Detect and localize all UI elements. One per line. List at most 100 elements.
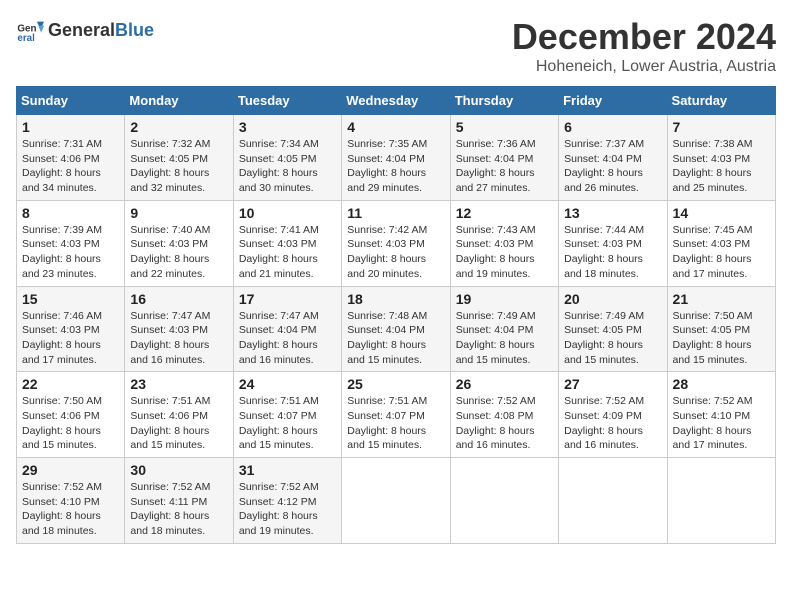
day-info: Sunrise: 7:52 AM Sunset: 4:08 PM Dayligh… xyxy=(456,395,536,451)
day-number: 28 xyxy=(673,376,770,392)
day-cell: 24 Sunrise: 7:51 AM Sunset: 4:07 PM Dayl… xyxy=(233,372,341,458)
day-number: 1 xyxy=(22,119,119,135)
day-cell xyxy=(450,458,558,544)
day-number: 7 xyxy=(673,119,770,135)
svg-text:eral: eral xyxy=(17,33,35,44)
day-number: 12 xyxy=(456,205,553,221)
day-info: Sunrise: 7:48 AM Sunset: 4:04 PM Dayligh… xyxy=(347,310,427,366)
day-info: Sunrise: 7:52 AM Sunset: 4:10 PM Dayligh… xyxy=(673,395,753,451)
day-number: 23 xyxy=(130,376,227,392)
day-number: 2 xyxy=(130,119,227,135)
day-info: Sunrise: 7:44 AM Sunset: 4:03 PM Dayligh… xyxy=(564,224,644,280)
day-number: 5 xyxy=(456,119,553,135)
day-cell: 26 Sunrise: 7:52 AM Sunset: 4:08 PM Dayl… xyxy=(450,372,558,458)
day-cell: 17 Sunrise: 7:47 AM Sunset: 4:04 PM Dayl… xyxy=(233,286,341,372)
day-cell: 23 Sunrise: 7:51 AM Sunset: 4:06 PM Dayl… xyxy=(125,372,233,458)
week-row-1: 1 Sunrise: 7:31 AM Sunset: 4:06 PM Dayli… xyxy=(17,115,776,201)
col-header-saturday: Saturday xyxy=(667,87,775,115)
day-cell: 31 Sunrise: 7:52 AM Sunset: 4:12 PM Dayl… xyxy=(233,458,341,544)
day-cell: 30 Sunrise: 7:52 AM Sunset: 4:11 PM Dayl… xyxy=(125,458,233,544)
day-info: Sunrise: 7:50 AM Sunset: 4:06 PM Dayligh… xyxy=(22,395,102,451)
day-cell: 28 Sunrise: 7:52 AM Sunset: 4:10 PM Dayl… xyxy=(667,372,775,458)
col-header-sunday: Sunday xyxy=(17,87,125,115)
day-number: 10 xyxy=(239,205,336,221)
day-cell: 2 Sunrise: 7:32 AM Sunset: 4:05 PM Dayli… xyxy=(125,115,233,201)
day-number: 30 xyxy=(130,462,227,478)
day-cell: 14 Sunrise: 7:45 AM Sunset: 4:03 PM Dayl… xyxy=(667,200,775,286)
day-info: Sunrise: 7:38 AM Sunset: 4:03 PM Dayligh… xyxy=(673,138,753,194)
day-cell: 19 Sunrise: 7:49 AM Sunset: 4:04 PM Dayl… xyxy=(450,286,558,372)
col-header-tuesday: Tuesday xyxy=(233,87,341,115)
day-number: 11 xyxy=(347,205,444,221)
day-cell: 16 Sunrise: 7:47 AM Sunset: 4:03 PM Dayl… xyxy=(125,286,233,372)
day-info: Sunrise: 7:35 AM Sunset: 4:04 PM Dayligh… xyxy=(347,138,427,194)
day-info: Sunrise: 7:39 AM Sunset: 4:03 PM Dayligh… xyxy=(22,224,102,280)
day-number: 20 xyxy=(564,291,661,307)
logo-icon: Gen eral xyxy=(16,16,44,44)
day-number: 31 xyxy=(239,462,336,478)
day-number: 6 xyxy=(564,119,661,135)
day-info: Sunrise: 7:52 AM Sunset: 4:09 PM Dayligh… xyxy=(564,395,644,451)
day-number: 3 xyxy=(239,119,336,135)
day-info: Sunrise: 7:52 AM Sunset: 4:12 PM Dayligh… xyxy=(239,481,319,537)
day-info: Sunrise: 7:52 AM Sunset: 4:11 PM Dayligh… xyxy=(130,481,210,537)
week-row-2: 8 Sunrise: 7:39 AM Sunset: 4:03 PM Dayli… xyxy=(17,200,776,286)
day-cell: 20 Sunrise: 7:49 AM Sunset: 4:05 PM Dayl… xyxy=(559,286,667,372)
day-number: 15 xyxy=(22,291,119,307)
day-info: Sunrise: 7:43 AM Sunset: 4:03 PM Dayligh… xyxy=(456,224,536,280)
calendar-title: December 2024 xyxy=(512,16,776,58)
day-number: 21 xyxy=(673,291,770,307)
day-cell: 6 Sunrise: 7:37 AM Sunset: 4:04 PM Dayli… xyxy=(559,115,667,201)
logo: Gen eral GeneralBlue xyxy=(16,16,154,44)
day-info: Sunrise: 7:47 AM Sunset: 4:04 PM Dayligh… xyxy=(239,310,319,366)
day-number: 14 xyxy=(673,205,770,221)
day-number: 24 xyxy=(239,376,336,392)
day-number: 18 xyxy=(347,291,444,307)
day-info: Sunrise: 7:32 AM Sunset: 4:05 PM Dayligh… xyxy=(130,138,210,194)
day-info: Sunrise: 7:37 AM Sunset: 4:04 PM Dayligh… xyxy=(564,138,644,194)
day-cell: 7 Sunrise: 7:38 AM Sunset: 4:03 PM Dayli… xyxy=(667,115,775,201)
day-cell: 21 Sunrise: 7:50 AM Sunset: 4:05 PM Dayl… xyxy=(667,286,775,372)
day-cell: 12 Sunrise: 7:43 AM Sunset: 4:03 PM Dayl… xyxy=(450,200,558,286)
day-cell: 10 Sunrise: 7:41 AM Sunset: 4:03 PM Dayl… xyxy=(233,200,341,286)
day-cell: 22 Sunrise: 7:50 AM Sunset: 4:06 PM Dayl… xyxy=(17,372,125,458)
day-info: Sunrise: 7:49 AM Sunset: 4:05 PM Dayligh… xyxy=(564,310,644,366)
week-row-5: 29 Sunrise: 7:52 AM Sunset: 4:10 PM Dayl… xyxy=(17,458,776,544)
day-info: Sunrise: 7:51 AM Sunset: 4:07 PM Dayligh… xyxy=(239,395,319,451)
day-number: 8 xyxy=(22,205,119,221)
col-header-monday: Monday xyxy=(125,87,233,115)
day-number: 27 xyxy=(564,376,661,392)
week-row-3: 15 Sunrise: 7:46 AM Sunset: 4:03 PM Dayl… xyxy=(17,286,776,372)
day-cell: 29 Sunrise: 7:52 AM Sunset: 4:10 PM Dayl… xyxy=(17,458,125,544)
week-row-4: 22 Sunrise: 7:50 AM Sunset: 4:06 PM Dayl… xyxy=(17,372,776,458)
day-number: 13 xyxy=(564,205,661,221)
day-cell: 15 Sunrise: 7:46 AM Sunset: 4:03 PM Dayl… xyxy=(17,286,125,372)
col-header-wednesday: Wednesday xyxy=(342,87,450,115)
day-cell: 27 Sunrise: 7:52 AM Sunset: 4:09 PM Dayl… xyxy=(559,372,667,458)
day-number: 19 xyxy=(456,291,553,307)
day-cell xyxy=(559,458,667,544)
day-info: Sunrise: 7:41 AM Sunset: 4:03 PM Dayligh… xyxy=(239,224,319,280)
day-number: 17 xyxy=(239,291,336,307)
day-cell: 3 Sunrise: 7:34 AM Sunset: 4:05 PM Dayli… xyxy=(233,115,341,201)
col-header-friday: Friday xyxy=(559,87,667,115)
day-cell: 11 Sunrise: 7:42 AM Sunset: 4:03 PM Dayl… xyxy=(342,200,450,286)
col-header-thursday: Thursday xyxy=(450,87,558,115)
day-cell xyxy=(342,458,450,544)
day-number: 26 xyxy=(456,376,553,392)
day-cell: 9 Sunrise: 7:40 AM Sunset: 4:03 PM Dayli… xyxy=(125,200,233,286)
day-cell: 1 Sunrise: 7:31 AM Sunset: 4:06 PM Dayli… xyxy=(17,115,125,201)
calendar-subtitle: Hoheneich, Lower Austria, Austria xyxy=(512,58,776,76)
day-info: Sunrise: 7:45 AM Sunset: 4:03 PM Dayligh… xyxy=(673,224,753,280)
day-cell: 8 Sunrise: 7:39 AM Sunset: 4:03 PM Dayli… xyxy=(17,200,125,286)
day-cell: 5 Sunrise: 7:36 AM Sunset: 4:04 PM Dayli… xyxy=(450,115,558,201)
day-info: Sunrise: 7:47 AM Sunset: 4:03 PM Dayligh… xyxy=(130,310,210,366)
day-info: Sunrise: 7:51 AM Sunset: 4:07 PM Dayligh… xyxy=(347,395,427,451)
day-cell: 13 Sunrise: 7:44 AM Sunset: 4:03 PM Dayl… xyxy=(559,200,667,286)
day-number: 4 xyxy=(347,119,444,135)
day-number: 16 xyxy=(130,291,227,307)
day-cell: 25 Sunrise: 7:51 AM Sunset: 4:07 PM Dayl… xyxy=(342,372,450,458)
day-info: Sunrise: 7:46 AM Sunset: 4:03 PM Dayligh… xyxy=(22,310,102,366)
day-info: Sunrise: 7:40 AM Sunset: 4:03 PM Dayligh… xyxy=(130,224,210,280)
day-cell: 18 Sunrise: 7:48 AM Sunset: 4:04 PM Dayl… xyxy=(342,286,450,372)
